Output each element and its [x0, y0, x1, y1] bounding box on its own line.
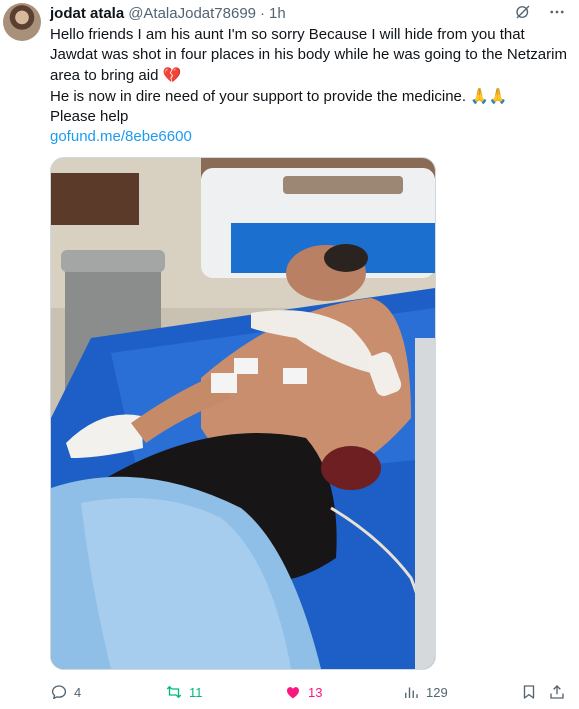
reply-icon — [51, 685, 67, 700]
like-icon — [287, 687, 299, 699]
handle[interactable]: @AtalaJodat78699 — [128, 5, 256, 22]
like-button[interactable]: 13 — [284, 683, 322, 701]
broken-heart-emoji: 💔 — [162, 66, 182, 84]
bookmark-icon — [523, 685, 535, 699]
tweet-header: jodat atala @AtalaJodat78699 · 1h — [50, 2, 567, 24]
tweet-text: Hello friends I am his aunt I'm so sorry… — [50, 25, 570, 147]
tweet-text-line-2: He is now in dire need of your support t… — [50, 88, 467, 105]
views-button[interactable]: 129 — [402, 683, 448, 701]
display-name[interactable]: jodat atala — [50, 5, 124, 22]
reply-count: 4 — [74, 684, 82, 700]
views-count: 129 — [426, 684, 448, 700]
retweet-button[interactable]: 11 — [165, 683, 203, 701]
views-icon — [405, 687, 418, 698]
tweet-text-paragraph-1: Hello friends I am his aunt I'm so sorry… — [50, 25, 570, 86]
pray-emoji: 🙏🙏 — [470, 87, 508, 105]
hospital-photo-image — [51, 158, 435, 669]
tweet-actions: 4 11 13 129 — [50, 681, 567, 703]
tweet-text-line-1: Hello friends I am his aunt I'm so sorry… — [50, 26, 567, 84]
gofundme-link[interactable]: gofund.me/8ebe6600 — [50, 128, 192, 145]
retweet-count: 11 — [189, 684, 203, 700]
retweet-icon — [166, 685, 182, 699]
like-count: 13 — [308, 684, 323, 700]
timestamp[interactable]: 1h — [269, 5, 286, 22]
bookmark-button[interactable] — [520, 683, 538, 701]
reply-button[interactable]: 4 — [50, 683, 81, 701]
separator: · — [260, 4, 266, 22]
avatar[interactable] — [3, 3, 41, 41]
tweet-photo[interactable] — [50, 157, 436, 670]
grok-icon[interactable] — [513, 2, 533, 22]
tweet[interactable]: jodat atala @AtalaJodat78699 · 1h Hello … — [0, 0, 579, 709]
share-button[interactable] — [548, 683, 566, 701]
share-icon — [550, 685, 564, 699]
tweet-text-paragraph-3: Please help — [50, 108, 129, 125]
tweet-text-paragraph-2: He is now in dire need of your support t… — [50, 86, 570, 107]
more-icon[interactable] — [547, 2, 567, 22]
